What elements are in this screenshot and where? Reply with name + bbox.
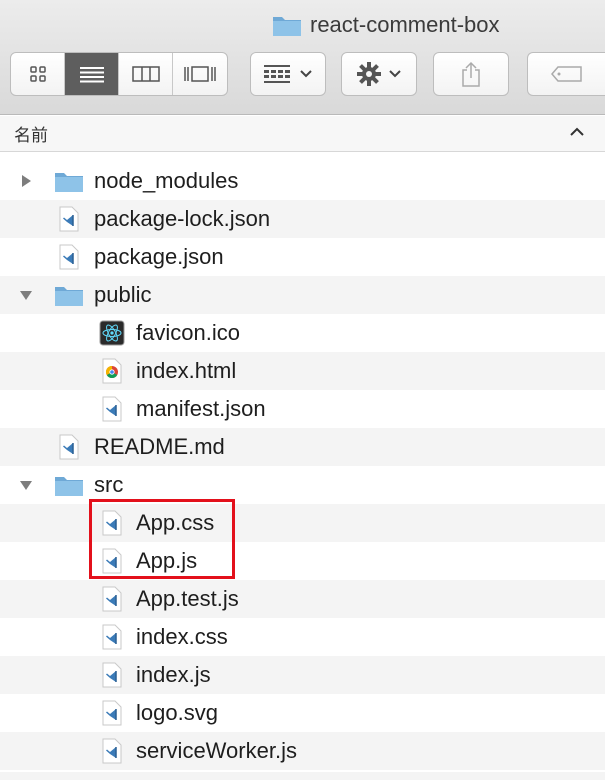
column-view-button[interactable]: [119, 53, 173, 95]
file-name: node_modules: [94, 168, 239, 193]
folder-icon: [54, 167, 84, 195]
vscode-file-icon: [97, 661, 127, 689]
vscode-file-icon: [97, 737, 127, 765]
vscode-file-icon: [54, 243, 84, 271]
gallery-view-button[interactable]: [173, 53, 227, 95]
gallery-view-icon: [184, 66, 216, 82]
share-button[interactable]: [433, 52, 509, 96]
list-bottom: [0, 772, 605, 780]
folder-icon: [272, 13, 302, 37]
file-name: App.test.js: [136, 586, 239, 611]
group-by-button[interactable]: [250, 52, 326, 96]
vscode-file-icon: [97, 395, 127, 423]
folder-icon: [54, 281, 84, 309]
file-name: favicon.ico: [136, 320, 240, 345]
list-view-icon: [79, 67, 104, 83]
view-mode-segmented-control[interactable]: [10, 52, 228, 96]
file-row[interactable]: App.test.js: [0, 580, 605, 618]
file-row[interactable]: logo.svg: [0, 694, 605, 732]
file-name: package-lock.json: [94, 206, 271, 231]
file-row[interactable]: manifest.json: [0, 390, 605, 428]
disclosure-triangle-down-icon[interactable]: [18, 287, 34, 303]
file-name: index.css: [136, 624, 228, 649]
vscode-file-icon: [97, 623, 127, 651]
action-button[interactable]: [341, 52, 417, 96]
file-name: manifest.json: [136, 396, 266, 421]
icon-view-icon: [29, 66, 46, 82]
column-view-icon: [131, 66, 160, 82]
file-name: serviceWorker.js: [136, 738, 297, 763]
folder-icon: [54, 471, 84, 499]
vscode-file-icon: [54, 433, 84, 461]
file-row[interactable]: index.css: [0, 618, 605, 656]
vscode-file-icon: [54, 205, 84, 233]
chevron-up-icon[interactable]: [569, 126, 585, 138]
column-header[interactable]: 名前: [0, 116, 605, 152]
html-file-icon: [97, 357, 127, 385]
disclosure-triangle-right-icon[interactable]: [18, 173, 34, 189]
vscode-file-icon: [97, 699, 127, 727]
react-file-icon: [97, 319, 127, 347]
file-name: index.js: [136, 662, 211, 687]
file-list: node_modules package-lock.json package.jso…: [0, 162, 605, 770]
file-name: logo.svg: [136, 700, 218, 725]
file-row[interactable]: index.js: [0, 656, 605, 694]
file-row[interactable]: package-lock.json: [0, 200, 605, 238]
tag-icon: [550, 66, 582, 82]
file-row[interactable]: index.html: [0, 352, 605, 390]
disclosure-triangle-down-icon[interactable]: [18, 477, 34, 493]
share-icon: [462, 61, 480, 87]
name-column-header[interactable]: 名前: [14, 121, 48, 146]
file-row[interactable]: public: [0, 276, 605, 314]
window-title-text: react-comment-box: [310, 12, 500, 37]
file-name: index.html: [136, 358, 237, 383]
vscode-file-icon: [97, 585, 127, 613]
file-row[interactable]: README.md: [0, 428, 605, 466]
icon-view-button[interactable]: [11, 53, 65, 95]
file-name: src: [94, 472, 124, 497]
file-name: package.json: [94, 244, 224, 269]
file-row[interactable]: serviceWorker.js: [0, 732, 605, 770]
highlight-box: [89, 499, 235, 579]
list-view-button[interactable]: [65, 53, 119, 95]
chevron-down-icon: [300, 70, 312, 78]
file-row[interactable]: node_modules: [0, 162, 605, 200]
tags-button[interactable]: [527, 52, 605, 96]
group-by-icon: [264, 65, 290, 83]
file-row[interactable]: package.json: [0, 238, 605, 276]
file-name: README.md: [94, 434, 225, 459]
gear-icon: [357, 62, 381, 86]
finder-toolbar: react-comment-box: [0, 0, 605, 115]
window-title: react-comment-box: [272, 8, 500, 42]
chevron-down-icon: [389, 70, 401, 78]
file-row[interactable]: favicon.ico: [0, 314, 605, 352]
file-name: public: [94, 282, 152, 307]
